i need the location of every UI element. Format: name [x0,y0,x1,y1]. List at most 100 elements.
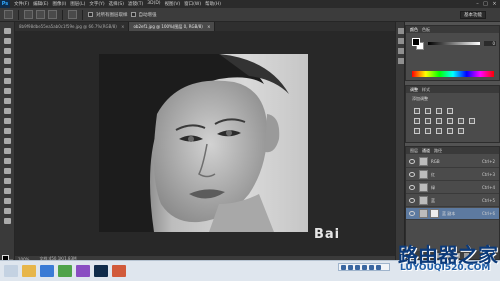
document-canvas[interactable]: Bai [15,31,395,257]
color-fg-swatch[interactable] [412,38,420,46]
tab-paths[interactable]: 路径 [434,148,442,154]
close-tab-icon[interactable]: × [121,24,124,29]
close-tab-icon[interactable]: × [207,24,210,29]
lasso-tool-icon[interactable] [4,48,11,54]
menu-edit[interactable]: 编辑(E) [33,1,48,7]
type-tool-icon[interactable] [4,178,11,184]
maximize-icon[interactable]: □ [482,1,489,7]
channel-row[interactable]: 红 Ctrl+3 [406,169,499,181]
posterize-icon[interactable] [425,128,431,134]
healing-brush-tool-icon[interactable] [4,88,11,94]
tab-document-1[interactable]: 8b9f98dbe55ea5ab0c1f59e.jpg @ 66.7%(RGB/… [15,22,130,31]
eraser-tool-icon[interactable] [4,128,11,134]
explorer-icon[interactable] [22,265,36,277]
eye-icon[interactable] [409,211,415,216]
app-icon[interactable] [76,265,90,277]
clone-stamp-tool-icon[interactable] [4,108,11,114]
pen-tool-icon[interactable] [4,168,11,174]
photo-filter-icon[interactable] [458,118,464,124]
ime-icon[interactable] [355,264,360,270]
tab-styles[interactable]: 样式 [422,87,430,93]
ime-icon[interactable] [348,264,353,270]
subtract-selection-icon[interactable] [48,10,57,19]
menu-filter[interactable]: 滤镜(T) [128,1,143,7]
gradient-map-icon[interactable] [447,128,453,134]
brush-tool-icon[interactable] [4,98,11,104]
new-selection-icon[interactable] [24,10,33,19]
path-select-tool-icon[interactable] [4,188,11,194]
eye-icon[interactable] [409,159,415,164]
hue-saturation-icon[interactable] [425,118,431,124]
tab-document-2[interactable]: ob2ef1.jpg @ 100%(图层 0, RGB/8) × [129,22,216,31]
exposure-icon[interactable] [447,108,453,114]
shape-tool-icon[interactable] [4,198,11,204]
menu-image[interactable]: 图像(I) [52,1,66,7]
gray-value[interactable]: 0 [484,41,496,46]
tab-color[interactable]: 颜色 [410,27,418,33]
quick-select-tool-icon[interactable] [4,58,11,64]
menu-type[interactable]: 文字(Y) [89,1,104,7]
start-icon[interactable] [4,265,18,277]
color-spectrum[interactable] [412,71,494,77]
vibrance-icon[interactable] [414,118,420,124]
channel-row[interactable]: RGB Ctrl+2 [406,156,499,168]
tab-adjustments[interactable]: 调整 [410,87,418,93]
color-balance-icon[interactable] [436,118,442,124]
move-tool-icon[interactable] [4,28,11,34]
hand-tool-icon[interactable] [4,208,11,214]
menu-3d[interactable]: 3D(D) [147,1,160,7]
threshold-icon[interactable] [436,128,442,134]
photoshop-taskbar-icon[interactable] [94,265,108,277]
minimize-icon[interactable]: – [474,1,481,7]
menu-select[interactable]: 选择(S) [109,1,124,7]
eye-icon[interactable] [409,198,415,203]
ime-icon[interactable] [362,264,367,270]
properties-panel-icon[interactable] [398,38,404,44]
tab-channels[interactable]: 通道 [422,148,430,154]
tab-layers[interactable]: 图层 [410,148,418,154]
zoom-tool-icon[interactable] [4,218,11,224]
ime-icon[interactable] [376,264,381,270]
workspace-switcher[interactable]: 基本功能 [460,11,486,19]
invert-icon[interactable] [414,128,420,134]
eye-icon[interactable] [409,172,415,177]
paragraph-panel-icon[interactable] [398,58,404,64]
brush-size-icon[interactable] [68,10,77,19]
ime-icon[interactable] [369,264,374,270]
selective-color-icon[interactable] [458,128,464,134]
history-panel-icon[interactable] [398,28,404,34]
blur-tool-icon[interactable] [4,148,11,154]
quick-select-icon[interactable] [4,10,13,19]
channel-row[interactable]: 绿 Ctrl+4 [406,182,499,194]
channel-row[interactable]: 蓝 Ctrl+5 [406,195,499,207]
black-white-icon[interactable] [447,118,453,124]
auto-enhance-checkbox[interactable] [130,12,136,17]
app-icon[interactable] [58,265,72,277]
eye-icon[interactable] [409,185,415,190]
curves-icon[interactable] [436,108,442,114]
app-icon[interactable] [112,265,126,277]
close-icon[interactable]: × [491,1,498,7]
crop-tool-icon[interactable] [4,68,11,74]
levels-icon[interactable] [425,108,431,114]
add-selection-icon[interactable] [36,10,45,19]
history-brush-tool-icon[interactable] [4,118,11,124]
marquee-tool-icon[interactable] [4,38,11,44]
dodge-tool-icon[interactable] [4,158,11,164]
browser-icon[interactable] [40,265,54,277]
channel-row-selected[interactable]: 蓝 副本 Ctrl+6 [406,208,499,220]
menu-layer[interactable]: 图层(L) [70,1,85,7]
sample-all-checkbox[interactable] [88,12,93,17]
menu-help[interactable]: 帮助(H) [205,1,221,7]
brightness-icon[interactable] [414,108,420,114]
menu-window[interactable]: 窗口(W) [184,1,201,7]
gradient-tool-icon[interactable] [4,138,11,144]
gray-slider[interactable] [428,42,480,45]
eyedropper-tool-icon[interactable] [4,78,11,84]
tab-swatches[interactable]: 色板 [422,27,430,33]
character-panel-icon[interactable] [398,48,404,54]
menu-file[interactable]: 文件(F) [14,1,29,7]
portrait-photo[interactable] [99,54,308,232]
menu-view[interactable]: 视图(V) [165,1,181,7]
channel-mixer-icon[interactable] [469,118,475,124]
